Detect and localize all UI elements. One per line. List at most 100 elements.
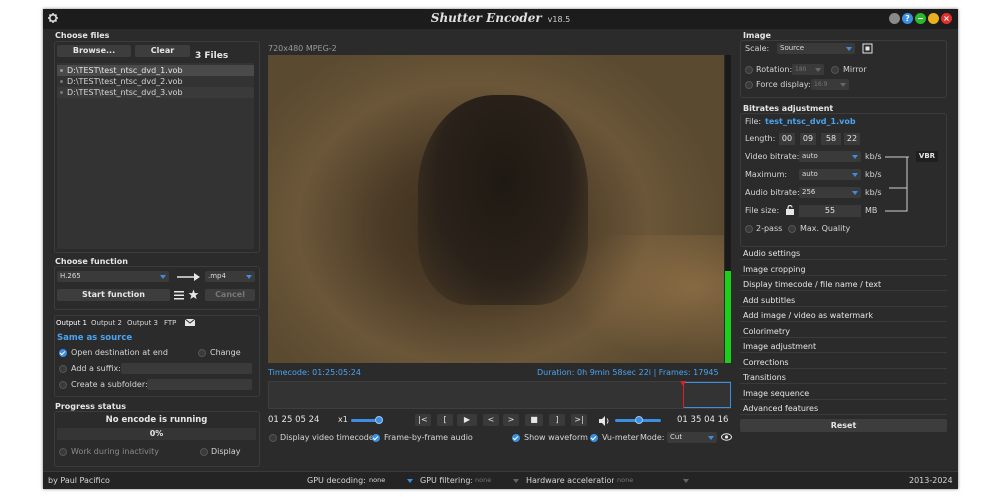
play-button[interactable]: ▶ bbox=[457, 414, 477, 426]
chevron-down-icon bbox=[407, 479, 413, 483]
file-list[interactable]: D:\TEST\test_ntsc_dvd_1.vob D:\TEST\test… bbox=[57, 63, 254, 249]
vu-meter-checkbox[interactable] bbox=[590, 434, 598, 442]
speed-slider-thumb[interactable] bbox=[375, 416, 383, 424]
eye-icon[interactable] bbox=[721, 433, 732, 441]
settings-icon[interactable] bbox=[928, 13, 939, 24]
tab-output-2[interactable]: Output 2 bbox=[91, 319, 122, 327]
minimize-icon[interactable] bbox=[915, 13, 926, 24]
file-size-input[interactable]: 55 bbox=[799, 205, 861, 217]
author-label: by Paul Pacifico bbox=[48, 476, 110, 485]
chevron-down-icon bbox=[846, 47, 852, 51]
star-icon[interactable] bbox=[188, 289, 199, 300]
help-icon[interactable]: ? bbox=[902, 13, 913, 24]
accordion-divider bbox=[740, 290, 947, 291]
gpu-decoding-select[interactable]: none bbox=[366, 475, 416, 486]
stop-button[interactable]: ■ bbox=[525, 414, 543, 426]
length-hours[interactable]: 00 bbox=[779, 133, 795, 145]
change-radio[interactable] bbox=[198, 349, 206, 357]
file-size-unit: MB bbox=[865, 206, 878, 215]
show-waveform-checkbox[interactable] bbox=[512, 434, 520, 442]
accordion-item[interactable]: Image cropping bbox=[743, 265, 806, 274]
scale-select[interactable]: Source bbox=[777, 43, 855, 54]
menu-icon[interactable] bbox=[174, 290, 184, 300]
tab-output-1[interactable]: Output 1 bbox=[56, 319, 87, 327]
display-label[interactable]: Display bbox=[211, 447, 241, 456]
vbr-badge[interactable]: VBR bbox=[916, 151, 938, 162]
progress-bar: 0% bbox=[57, 428, 256, 440]
length-seconds[interactable]: 58 bbox=[821, 133, 841, 145]
chevron-down-icon bbox=[683, 479, 689, 483]
volume-icon[interactable] bbox=[599, 416, 610, 426]
work-inactivity-checkbox[interactable] bbox=[59, 448, 67, 456]
cancel-button[interactable]: Cancel bbox=[205, 289, 255, 301]
progress-status: No encode is running bbox=[105, 415, 208, 425]
clear-button[interactable]: Clear bbox=[135, 45, 190, 57]
audio-bitrate-select[interactable]: 256 bbox=[799, 187, 861, 198]
mode-select[interactable]: Cut bbox=[667, 432, 717, 443]
tab-output-3[interactable]: Output 3 bbox=[127, 319, 158, 327]
file-list-item[interactable]: D:\TEST\test_ntsc_dvd_1.vob bbox=[57, 65, 254, 76]
file-list-item[interactable]: D:\TEST\test_ntsc_dvd_2.vob bbox=[57, 76, 254, 87]
force-display-select[interactable]: 16:9 bbox=[811, 79, 849, 90]
browse-button[interactable]: Browse... bbox=[57, 45, 131, 57]
accordion-item[interactable]: Add subtitles bbox=[743, 296, 795, 305]
accordion-item[interactable]: Advanced features bbox=[743, 404, 818, 413]
start-function-button[interactable]: Start function bbox=[57, 289, 170, 301]
rotation-select[interactable]: 180 bbox=[792, 64, 824, 75]
force-display-checkbox[interactable] bbox=[745, 81, 753, 89]
subfolder-input[interactable] bbox=[147, 379, 252, 390]
accordion-item[interactable]: Colorimetry bbox=[743, 327, 790, 336]
timeline[interactable] bbox=[268, 381, 731, 409]
image-title: Image bbox=[743, 31, 771, 40]
reset-button[interactable]: Reset bbox=[740, 419, 947, 432]
close-icon[interactable]: × bbox=[941, 13, 952, 24]
function-select[interactable]: H.265 bbox=[57, 271, 169, 282]
crop-icon[interactable] bbox=[862, 43, 873, 54]
video-bitrate-select[interactable]: auto bbox=[799, 151, 861, 162]
go-to-start-button[interactable]: |< bbox=[415, 414, 431, 426]
rotation-checkbox[interactable] bbox=[745, 66, 753, 74]
tab-ftp[interactable]: FTP bbox=[164, 319, 176, 327]
file-list-item[interactable]: D:\TEST\test_ntsc_dvd_3.vob bbox=[57, 87, 254, 98]
max-quality-checkbox[interactable] bbox=[788, 225, 796, 233]
next-frame-button[interactable]: > bbox=[503, 414, 519, 426]
speed-slider[interactable] bbox=[351, 416, 383, 424]
accordion-item[interactable]: Transitions bbox=[743, 373, 786, 382]
hw-accel-select[interactable]: none bbox=[614, 475, 692, 486]
volume-slider-thumb[interactable] bbox=[635, 416, 643, 424]
out-timecode[interactable]: 01 35 04 16 bbox=[677, 415, 728, 425]
set-out-button[interactable]: ] bbox=[549, 414, 565, 426]
display-timecode-checkbox[interactable] bbox=[269, 434, 277, 442]
mail-icon[interactable] bbox=[184, 318, 196, 326]
previous-frame-button[interactable]: < bbox=[483, 414, 499, 426]
go-to-end-button[interactable]: >| bbox=[571, 414, 587, 426]
accordion-item[interactable]: Display timecode / file name / text bbox=[743, 280, 881, 289]
container-select[interactable]: .mp4 bbox=[205, 271, 255, 282]
frame-audio-label: Frame-by-frame audio bbox=[384, 433, 473, 442]
accordion-item[interactable]: Image sequence bbox=[743, 389, 809, 398]
open-destination-checkbox[interactable] bbox=[59, 349, 67, 357]
suffix-input[interactable] bbox=[121, 363, 252, 374]
set-in-button[interactable]: [ bbox=[437, 414, 453, 426]
maximum-select[interactable]: auto bbox=[799, 169, 861, 180]
change-label[interactable]: Change bbox=[210, 348, 241, 357]
in-timecode[interactable]: 01 25 05 24 bbox=[268, 415, 319, 425]
frame-audio-checkbox[interactable] bbox=[372, 434, 380, 442]
create-subfolder-checkbox[interactable] bbox=[59, 381, 67, 389]
two-pass-checkbox[interactable] bbox=[745, 225, 753, 233]
volume-slider[interactable] bbox=[615, 416, 661, 424]
gpu-filtering-select[interactable]: none bbox=[472, 475, 522, 486]
length-minutes[interactable]: 09 bbox=[800, 133, 816, 145]
display-radio[interactable] bbox=[200, 448, 208, 456]
palette-icon[interactable] bbox=[889, 13, 900, 24]
accordion-item[interactable]: Audio settings bbox=[743, 249, 800, 258]
video-preview[interactable] bbox=[268, 55, 724, 363]
lock-icon[interactable] bbox=[785, 204, 795, 215]
accordion-item[interactable]: Corrections bbox=[743, 358, 789, 367]
length-frames[interactable]: 22 bbox=[844, 133, 860, 145]
mirror-checkbox[interactable] bbox=[831, 66, 839, 74]
add-suffix-checkbox[interactable] bbox=[59, 365, 67, 373]
accordion-item[interactable]: Image adjustment bbox=[743, 342, 816, 351]
mode-label: Mode: bbox=[640, 433, 665, 442]
accordion-item[interactable]: Add image / video as watermark bbox=[743, 311, 873, 320]
